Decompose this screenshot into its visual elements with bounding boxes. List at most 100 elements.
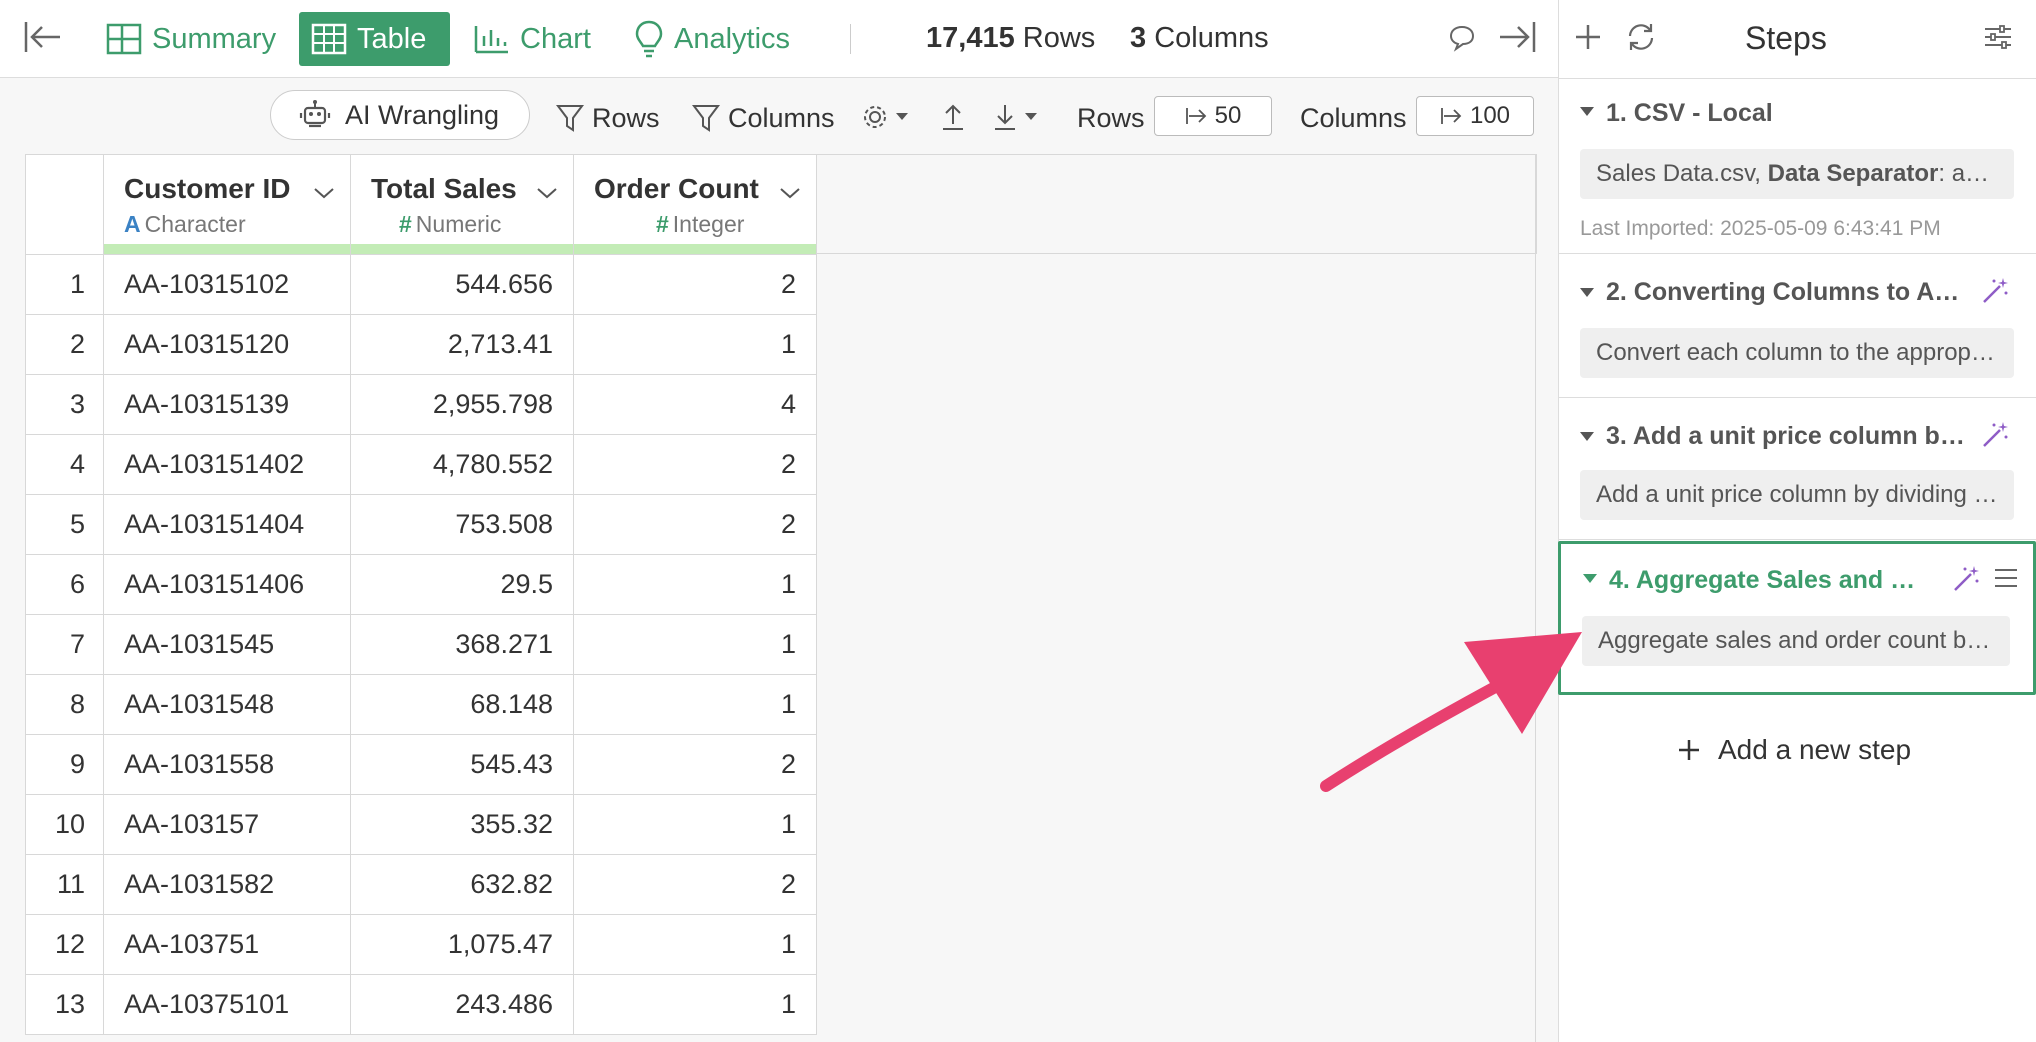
order-count-cell[interactable]: 2: [573, 434, 817, 495]
total-sales-cell[interactable]: 29.5: [350, 554, 574, 615]
column-quality-bar: [351, 244, 573, 254]
row-number: 12: [25, 914, 104, 975]
collapse-left-icon[interactable]: [24, 20, 62, 59]
column-header-customer-id[interactable]: Customer ID A Character: [103, 154, 351, 255]
collapse-triangle-icon[interactable]: [1583, 574, 1597, 583]
customer-id-cell[interactable]: AA-10315120: [103, 314, 351, 375]
order-count-cell[interactable]: 1: [573, 974, 817, 1035]
customer-id-cell[interactable]: AA-103151402: [103, 434, 351, 495]
step-3[interactable]: 3. Add a unit price column b… Add a unit…: [1558, 398, 2036, 540]
customer-id-cell[interactable]: AA-103151406: [103, 554, 351, 615]
row-number: 2: [25, 314, 104, 375]
rows-limit-input[interactable]: 50: [1154, 96, 1272, 136]
step-description: Add a unit price column by dividing …: [1580, 470, 2014, 520]
tab-analytics[interactable]: Analytics: [622, 12, 802, 66]
table-row[interactable]: 6 AA-103151406 29.5 1: [25, 554, 817, 615]
magic-wand-icon: [1983, 422, 2008, 447]
total-sales-cell[interactable]: 243.486: [350, 974, 574, 1035]
add-step-icon[interactable]: [1573, 22, 1603, 57]
collapse-right-icon[interactable]: [1498, 20, 1536, 59]
add-new-step-button[interactable]: Add a new step: [1676, 730, 1911, 770]
chevron-down-icon[interactable]: [778, 185, 802, 201]
total-sales-cell[interactable]: 368.271: [350, 614, 574, 675]
table-row[interactable]: 11 AA-1031582 632.82 2: [25, 854, 817, 915]
total-sales-cell[interactable]: 753.508: [350, 494, 574, 555]
chevron-down-icon[interactable]: [312, 185, 336, 201]
order-count-cell[interactable]: 1: [573, 554, 817, 615]
table-row[interactable]: 10 AA-103157 355.32 1: [25, 794, 817, 855]
table-row[interactable]: 12 AA-103751 1,075.47 1: [25, 914, 817, 975]
table-row[interactable]: 2 AA-10315120 2,713.41 1: [25, 314, 817, 375]
tab-summary[interactable]: Summary: [94, 12, 288, 66]
order-count-cell[interactable]: 4: [573, 374, 817, 435]
table-row[interactable]: 7 AA-1031545 368.271 1: [25, 614, 817, 675]
divider: [850, 24, 851, 54]
table-row[interactable]: 1 AA-10315102 544.656 2: [25, 254, 817, 315]
columns-limit-input[interactable]: 100: [1416, 96, 1534, 136]
order-count-cell[interactable]: 2: [573, 734, 817, 795]
settings-gear-icon[interactable]: [862, 103, 910, 136]
ai-wrangling-button[interactable]: AI Wrangling: [270, 90, 530, 140]
upload-icon[interactable]: [940, 102, 966, 137]
row-number: 7: [25, 614, 104, 675]
order-count-cell[interactable]: 1: [573, 674, 817, 735]
order-count-cell[interactable]: 1: [573, 314, 817, 375]
order-count-cell[interactable]: 1: [573, 614, 817, 675]
grid-border: [1535, 154, 1536, 1042]
rows-filter-button[interactable]: Rows: [556, 98, 660, 138]
total-sales-cell[interactable]: 355.32: [350, 794, 574, 855]
refresh-icon[interactable]: [1625, 22, 1657, 57]
total-sales-cell[interactable]: 544.656: [350, 254, 574, 315]
menu-icon[interactable]: [1993, 566, 2019, 590]
customer-id-cell[interactable]: AA-10315139: [103, 374, 351, 435]
total-sales-cell[interactable]: 68.148: [350, 674, 574, 735]
column-header-total-sales[interactable]: Total Sales # Numeric: [350, 154, 574, 255]
step-2[interactable]: 2. Converting Columns to A… Convert each…: [1558, 254, 2036, 398]
customer-id-cell[interactable]: AA-1031545: [103, 614, 351, 675]
total-sales-cell[interactable]: 4,780.552: [350, 434, 574, 495]
customer-id-cell[interactable]: AA-103751: [103, 914, 351, 975]
customer-id-cell[interactable]: AA-103151404: [103, 494, 351, 555]
table-row[interactable]: 9 AA-1031558 545.43 2: [25, 734, 817, 795]
order-count-cell[interactable]: 1: [573, 794, 817, 855]
tab-table[interactable]: Table: [299, 12, 450, 66]
grid-header-empty: [815, 154, 1537, 254]
table-row[interactable]: 13 AA-10375101 243.486 1: [25, 974, 817, 1035]
character-type-icon: A: [124, 211, 141, 237]
chevron-down-icon[interactable]: [535, 185, 559, 201]
step-4[interactable]: 4. Aggregate Sales and Or… Aggregate sal…: [1558, 541, 2036, 695]
table-row[interactable]: 3 AA-10315139 2,955.798 4: [25, 374, 817, 435]
collapse-triangle-icon[interactable]: [1580, 288, 1594, 297]
total-sales-cell[interactable]: 1,075.47: [350, 914, 574, 975]
order-count-cell[interactable]: 2: [573, 494, 817, 555]
order-count-cell[interactable]: 2: [573, 254, 817, 315]
tab-table-label: Table: [357, 22, 427, 55]
table-row[interactable]: 5 AA-103151404 753.508 2: [25, 494, 817, 555]
total-sales-cell[interactable]: 632.82: [350, 854, 574, 915]
columns-filter-button[interactable]: Columns: [692, 98, 835, 138]
customer-id-cell[interactable]: AA-1031582: [103, 854, 351, 915]
collapse-triangle-icon[interactable]: [1580, 107, 1594, 116]
customer-id-cell[interactable]: AA-10315102: [103, 254, 351, 315]
comment-icon[interactable]: [1448, 24, 1476, 57]
customer-id-cell[interactable]: AA-1031548: [103, 674, 351, 735]
column-header-order-count[interactable]: Order Count # Integer: [573, 154, 817, 255]
collapse-triangle-icon[interactable]: [1580, 432, 1594, 441]
total-sales-cell[interactable]: 545.43: [350, 734, 574, 795]
download-icon[interactable]: [992, 102, 1042, 137]
table-row[interactable]: 4 AA-103151402 4,780.552 2: [25, 434, 817, 495]
order-count-cell[interactable]: 1: [573, 914, 817, 975]
step-1[interactable]: 1. CSV - Local Sales Data.csv, Data Sepa…: [1558, 79, 2036, 254]
customer-id-cell[interactable]: AA-10375101: [103, 974, 351, 1035]
customer-id-cell[interactable]: AA-103157: [103, 794, 351, 855]
customer-id-cell[interactable]: AA-1031558: [103, 734, 351, 795]
tab-chart[interactable]: Chart: [462, 12, 603, 66]
limit-arrow-icon: [1441, 108, 1462, 124]
table-row[interactable]: 8 AA-1031548 68.148 1: [25, 674, 817, 735]
total-sales-cell[interactable]: 2,955.798: [350, 374, 574, 435]
tab-analytics-label: Analytics: [674, 22, 791, 55]
sliders-icon[interactable]: [1983, 22, 2013, 57]
total-sales-cell[interactable]: 2,713.41: [350, 314, 574, 375]
order-count-cell[interactable]: 2: [573, 854, 817, 915]
annotation-arrow-icon: [1320, 632, 1582, 792]
